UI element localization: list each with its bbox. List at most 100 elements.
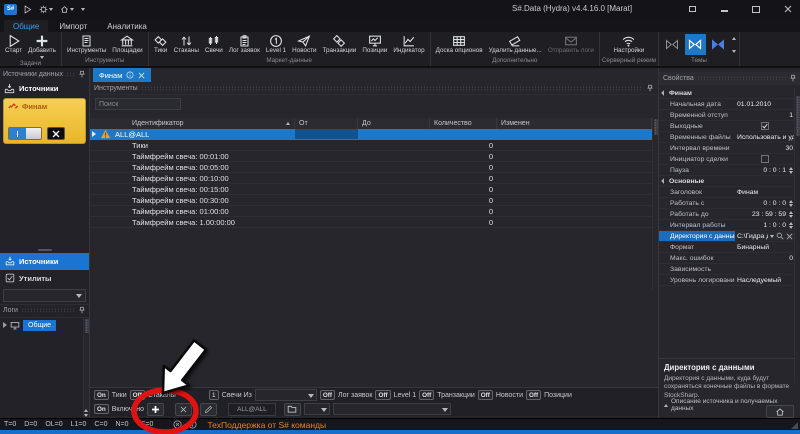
cell-changed[interactable]	[497, 129, 652, 139]
source-enabled-toggle[interactable]	[8, 127, 42, 140]
property-row[interactable]: Интервал времени 30	[659, 143, 795, 154]
ticks-toggle[interactable]: On	[94, 390, 109, 400]
board-combo[interactable]	[304, 403, 330, 415]
dropdown-icon[interactable]	[770, 235, 774, 238]
property-row[interactable]: Работать до 23 : 59 : 59	[659, 209, 795, 220]
weekend-checkbox[interactable]	[761, 122, 769, 130]
table-row[interactable]: Тики 0	[90, 140, 652, 151]
transactions-toggle[interactable]: Off	[419, 390, 434, 400]
cell-from[interactable]	[295, 129, 358, 139]
level1-button[interactable]: Level 1	[263, 33, 289, 55]
drag-texture[interactable]	[697, 76, 786, 81]
candles-button[interactable]: Свечи	[202, 33, 226, 55]
cell-to[interactable]	[358, 129, 430, 139]
security-lookup-button[interactable]	[284, 403, 301, 416]
clear-icon[interactable]	[786, 233, 793, 240]
candles-count-box[interactable]: 1	[209, 390, 219, 400]
depths-toggle[interactable]: Off	[130, 390, 145, 400]
search-input[interactable]	[95, 98, 181, 110]
column-header-count[interactable]: Количество	[430, 118, 497, 129]
drag-texture[interactable]	[21, 308, 75, 313]
pin-icon[interactable]	[78, 70, 86, 79]
gear-icon[interactable]	[39, 5, 53, 14]
home-icon[interactable]	[60, 5, 74, 14]
errors-icon[interactable]	[173, 420, 182, 429]
table-row[interactable]: ALL@ALL	[90, 129, 652, 140]
orderlog-button[interactable]: Лог заявок	[226, 33, 263, 55]
send-logs-button[interactable]: Отправить логи	[545, 33, 597, 55]
logs-scrollbar[interactable]	[83, 318, 89, 419]
tab-general[interactable]: Общие	[4, 20, 48, 32]
start-quick-button[interactable]	[23, 5, 32, 14]
news-toggle[interactable]: Off	[478, 390, 493, 400]
property-row[interactable]: Работать с 0 : 0 : 0	[659, 198, 795, 209]
column-header-changed[interactable]: Изменен	[497, 118, 652, 129]
expander-icon[interactable]	[3, 322, 7, 328]
maximize-button[interactable]	[748, 3, 764, 15]
drag-texture[interactable]	[66, 72, 75, 77]
themes-scroll-buttons[interactable]	[731, 35, 737, 55]
minimize-button[interactable]	[716, 3, 732, 15]
sidebar-item-utilities[interactable]: Утилиты	[0, 270, 89, 287]
instruments-button[interactable]: Инструменты	[64, 33, 109, 55]
logs-scroll-arrows[interactable]	[83, 408, 89, 418]
sidebar-view-selector[interactable]	[3, 289, 86, 302]
theme-blue-button[interactable]	[685, 34, 706, 55]
column-header-to[interactable]: До	[358, 118, 430, 129]
property-row[interactable]: Выходные	[659, 121, 795, 132]
depths-button[interactable]: Стаканы	[171, 33, 202, 55]
candles-timeframe-combo[interactable]	[255, 389, 317, 401]
cell-count[interactable]	[430, 129, 497, 139]
drag-texture[interactable]	[141, 86, 643, 91]
add-security-button[interactable]	[147, 403, 164, 416]
theme-light-button[interactable]	[708, 34, 729, 55]
table-row[interactable]: Таймфрейм свеча: 00:15:00 0	[90, 184, 652, 195]
sidebar-item-sources[interactable]: Источники	[0, 253, 89, 270]
property-group-common[interactable]: Основные	[659, 176, 795, 187]
settings-button[interactable]: Настройки	[610, 33, 647, 55]
info-icon[interactable]	[188, 420, 197, 429]
property-row[interactable]: Заголовок Финам	[659, 187, 795, 198]
security-type-combo[interactable]	[333, 403, 451, 415]
start-button[interactable]: Старт	[2, 33, 25, 55]
indicator-button[interactable]: Индикатор	[390, 33, 427, 55]
boards-button[interactable]: Площадки	[109, 33, 145, 55]
add-button[interactable]: Добавить	[25, 33, 59, 59]
row-expander-icon[interactable]	[92, 131, 96, 137]
property-group-finam[interactable]: Финам	[659, 88, 795, 99]
pin-icon[interactable]	[78, 306, 86, 315]
option-board-button[interactable]: Доска опционов	[433, 33, 486, 55]
document-tab-finam[interactable]: Финам	[93, 68, 151, 82]
theme-dark-button[interactable]	[662, 34, 683, 55]
column-header-from[interactable]: От	[295, 118, 358, 129]
transactions-button[interactable]: Транзакции	[320, 33, 360, 55]
close-tab-icon[interactable]	[138, 72, 145, 79]
remove-security-button[interactable]	[175, 403, 192, 416]
property-row-data-directory[interactable]: Директория с данными C:\Гидра данны...	[659, 231, 795, 242]
property-row[interactable]: Временной отступ 1	[659, 110, 795, 121]
property-row[interactable]: Интервал работы 1 : 0 : 0	[659, 220, 795, 231]
news-button[interactable]: Новости	[289, 33, 319, 55]
remove-source-button[interactable]	[47, 127, 65, 140]
search-icon[interactable]	[776, 232, 784, 240]
property-row[interactable]: Временные файлы Использовать и удалять	[659, 132, 795, 143]
level1-toggle[interactable]: Off	[375, 390, 390, 400]
property-row[interactable]: Начальная дата 01.01.2010	[659, 99, 795, 110]
source-card-finam[interactable]: Финам	[3, 98, 86, 144]
table-row[interactable]: Таймфрейм свеча: 00:30:00 0	[90, 195, 652, 206]
ticks-button[interactable]: Тики	[151, 33, 171, 55]
column-header-id[interactable]: Идентификатор	[90, 118, 295, 129]
spinner-buttons[interactable]	[789, 222, 793, 229]
positions-toggle[interactable]: Off	[526, 390, 541, 400]
property-row[interactable]: Уровень логирования Наследуемый	[659, 275, 795, 286]
qat-more-icon[interactable]	[81, 8, 85, 11]
table-row[interactable]: Таймфрейм свеча: 00:10:00 0	[90, 173, 652, 184]
orderlog-toggle[interactable]: Off	[320, 390, 335, 400]
property-row[interactable]: Зависимость	[659, 264, 795, 275]
delete-data-button[interactable]: Удалить данные...	[486, 33, 545, 55]
table-row[interactable]: Таймфрейм свеча: 1.00:00:00 0	[90, 217, 652, 228]
tab-analytics[interactable]: Аналитика	[98, 20, 156, 32]
home-directory-button[interactable]	[766, 405, 794, 418]
pin-icon[interactable]	[789, 74, 797, 83]
initiator-checkbox[interactable]	[761, 155, 769, 163]
